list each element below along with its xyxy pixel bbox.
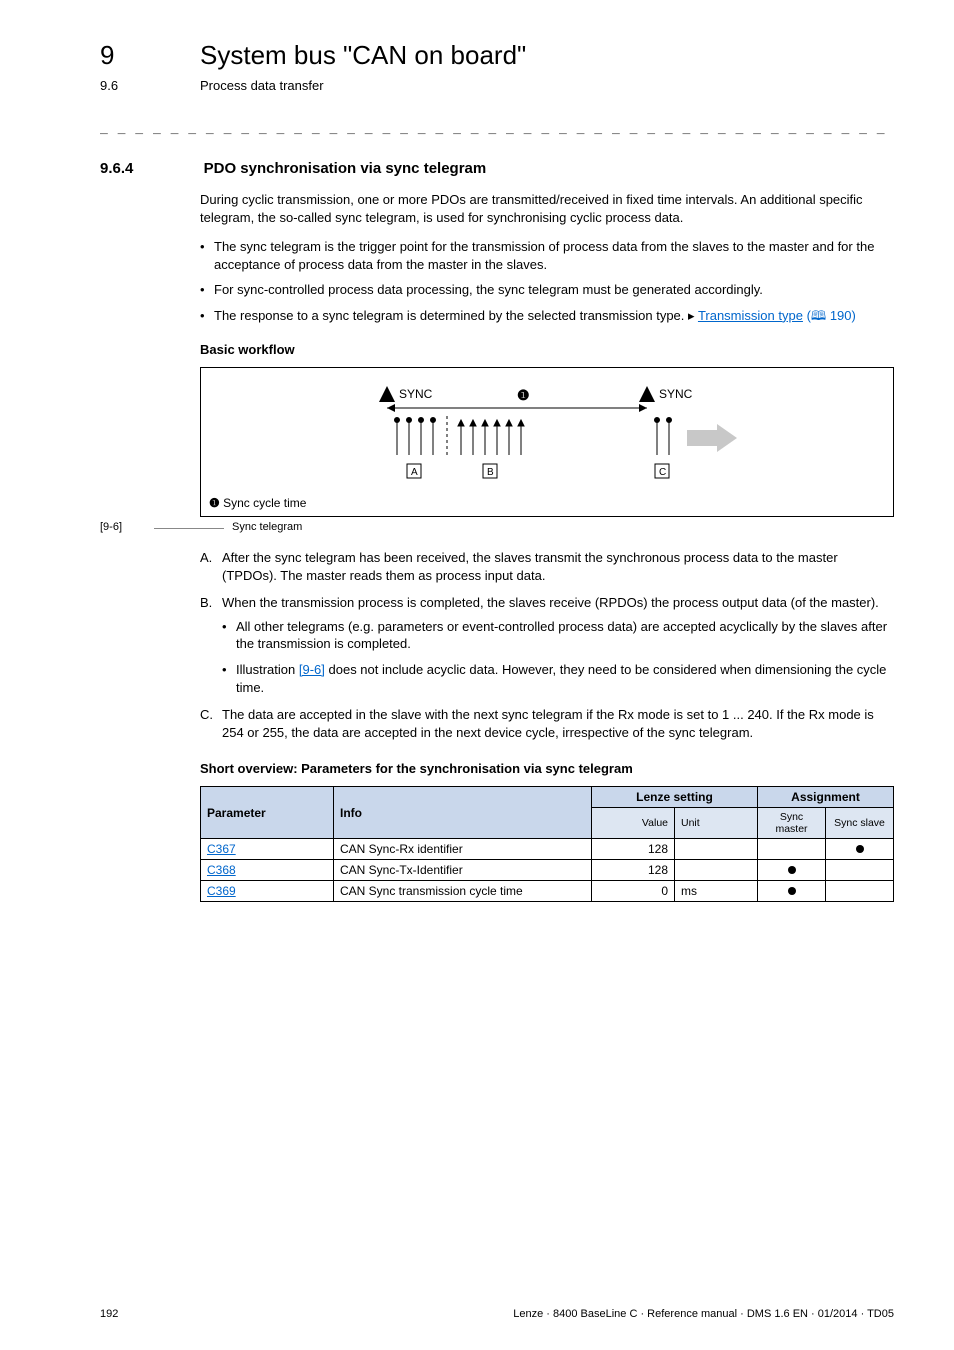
table-row: C368 CAN Sync-Tx-Identifier 128 — [201, 860, 894, 881]
alpha-sub-bullets: All other telegrams (e.g. parameters or … — [222, 618, 894, 696]
cell-value: 0 — [592, 881, 675, 902]
cell-master — [758, 860, 826, 881]
transmission-type-link[interactable]: Transmission type — [698, 308, 803, 323]
cell-master — [758, 881, 826, 902]
arrow-icon: ▸ — [688, 308, 695, 323]
bullet-item: All other telegrams (e.g. parameters or … — [222, 618, 894, 653]
content: During cyclic transmission, one or more … — [200, 191, 894, 517]
col-parameter: Parameter — [201, 787, 334, 839]
bullet-item: For sync-controlled process data process… — [200, 281, 894, 299]
section-title: Process data transfer — [200, 78, 324, 93]
illustration-link[interactable]: [9-6] — [299, 662, 325, 677]
param-link[interactable]: C368 — [207, 863, 236, 877]
cell-unit — [675, 860, 758, 881]
intro-paragraph: During cyclic transmission, one or more … — [200, 191, 894, 226]
cell-unit — [675, 839, 758, 860]
sync-label-left: SYNC — [399, 387, 433, 401]
chapter-number: 9 — [100, 40, 114, 71]
page: 9 System bus "CAN on board" 9.6 Process … — [0, 0, 954, 1350]
cell-value: 128 — [592, 839, 675, 860]
diagram-legend: ❶ Sync cycle time — [209, 496, 885, 510]
param-link[interactable]: C367 — [207, 842, 236, 856]
workflow-heading: Basic workflow — [200, 342, 894, 357]
cell-unit: ms — [675, 881, 758, 902]
caption-text: Sync telegram — [232, 521, 302, 533]
cell-value: 128 — [592, 860, 675, 881]
sync-label-right: SYNC — [659, 387, 693, 401]
table-heading: Short overview: Parameters for the synch… — [200, 761, 894, 776]
cell-slave — [826, 839, 894, 860]
alpha-item-b: B. When the transmission process is comp… — [200, 594, 894, 696]
cell-info: CAN Sync transmission cycle time — [334, 881, 592, 902]
footer-copyright: Lenze · 8400 BaseLine C · Reference manu… — [513, 1308, 894, 1320]
diagram-label-c: C — [659, 467, 666, 478]
parameters-table: Parameter Info Lenze setting Assignment … — [200, 786, 894, 902]
col-unit: Unit — [675, 808, 758, 839]
separator-line: _ _ _ _ _ _ _ _ _ _ _ _ _ _ _ _ _ _ _ _ … — [100, 120, 894, 135]
bullet-text: The response to a sync telegram is deter… — [214, 308, 688, 323]
alpha-list: A. After the sync telegram has been rece… — [200, 549, 894, 741]
bullet-item: The response to a sync telegram is deter… — [200, 307, 894, 325]
dot-icon — [788, 866, 796, 874]
col-sync-master: Sync master — [758, 808, 826, 839]
cell-master — [758, 839, 826, 860]
col-info: Info — [334, 787, 592, 839]
sync-diagram-svg: SYNC SYNC ❶ — [287, 380, 807, 490]
subsection-heading: 9.6.4 PDO synchronisation via sync teleg… — [100, 160, 894, 177]
diagram-caption: [9-6] Sync telegram — [100, 521, 894, 533]
col-value: Value — [592, 808, 675, 839]
circled-one-icon: ❶ — [517, 387, 530, 403]
alpha-item-a: A. After the sync telegram has been rece… — [200, 549, 894, 584]
alpha-marker: B. — [200, 594, 212, 612]
table-row: C369 CAN Sync transmission cycle time 0 … — [201, 881, 894, 902]
col-lenze-setting: Lenze setting — [592, 787, 758, 808]
dot-icon — [856, 845, 864, 853]
legend-marker-icon: ❶ — [209, 496, 220, 510]
col-sync-slave: Sync slave — [826, 808, 894, 839]
alpha-text: When the transmission process is complet… — [222, 595, 879, 610]
intro-bullets: The sync telegram is the trigger point f… — [200, 238, 894, 324]
diagram-label-b: B — [487, 467, 494, 478]
page-reference: (🕮 190) — [807, 308, 856, 323]
bullet-text: Illustration — [236, 662, 299, 677]
body: 9.6.4 PDO synchronisation via sync teleg… — [100, 160, 894, 902]
alpha-marker: C. — [200, 706, 213, 724]
cell-slave — [826, 860, 894, 881]
bullet-item: The sync telegram is the trigger point f… — [200, 238, 894, 273]
caption-tag: [9-6] — [100, 521, 154, 533]
caption-bar — [154, 528, 224, 529]
chapter-title: System bus "CAN on board" — [200, 40, 526, 71]
cell-info: CAN Sync-Rx identifier — [334, 839, 592, 860]
sync-diagram: SYNC SYNC ❶ — [209, 380, 885, 490]
alpha-marker: A. — [200, 549, 212, 567]
legend-text: Sync cycle time — [223, 496, 306, 510]
page-number: 192 — [100, 1308, 118, 1320]
page-footer: 192 Lenze · 8400 BaseLine C · Reference … — [100, 1308, 894, 1320]
alpha-text: After the sync telegram has been receive… — [222, 550, 838, 583]
alpha-item-c: C. The data are accepted in the slave wi… — [200, 706, 894, 741]
content-continued: A. After the sync telegram has been rece… — [200, 549, 894, 902]
alpha-text: The data are accepted in the slave with … — [222, 707, 874, 740]
param-link[interactable]: C369 — [207, 884, 236, 898]
dot-icon — [788, 887, 796, 895]
subsection-number: 9.6.4 — [100, 160, 200, 177]
table-row: C367 CAN Sync-Rx identifier 128 — [201, 839, 894, 860]
cell-info: CAN Sync-Tx-Identifier — [334, 860, 592, 881]
cell-slave — [826, 881, 894, 902]
col-assignment: Assignment — [758, 787, 894, 808]
sync-diagram-box: SYNC SYNC ❶ — [200, 367, 894, 517]
bullet-text: does not include acyclic data. However, … — [236, 662, 886, 695]
bullet-item: Illustration [9-6] does not include acyc… — [222, 661, 894, 696]
subsection-title: PDO synchronisation via sync telegram — [204, 160, 487, 177]
section-number: 9.6 — [100, 78, 118, 93]
diagram-label-a: A — [411, 467, 418, 478]
